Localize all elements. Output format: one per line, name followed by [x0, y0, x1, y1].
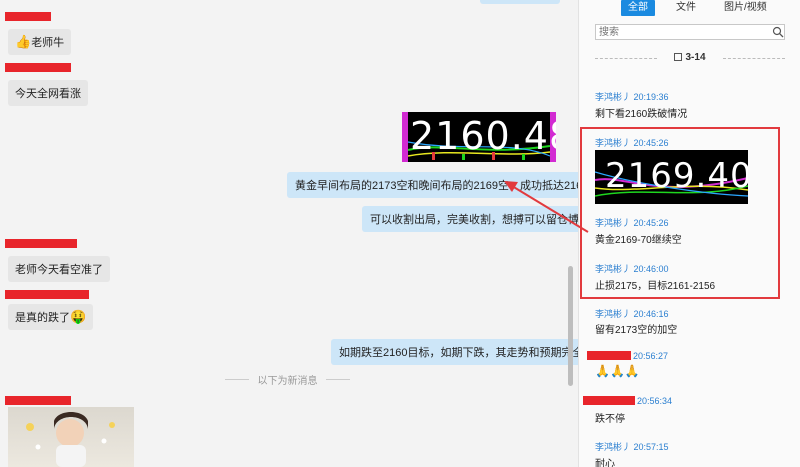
photo-child-icon: [26, 412, 115, 467]
chat-message[interactable]: 👍老师牛: [8, 29, 72, 55]
chat-message-text: 如期跌至2160目标，如期下跌，其走势和预期完全一致: [339, 347, 578, 359]
chat-pane: 👍老师牛 今天全网看涨 2160.48 黄金早间布局的2173空和晚间布局的21…: [0, 0, 578, 467]
history-message-meta: 20:56:27: [633, 351, 669, 361]
history-tabs: 全部 文件 图片/视频: [621, 0, 774, 16]
redacted-username: [5, 290, 89, 299]
redacted-username: [5, 12, 51, 21]
highlight-box: [580, 127, 780, 299]
redacted-username: [5, 239, 77, 248]
message-bubble-partial: [480, 0, 560, 4]
history-message-meta: 李鸿彬丿 20:19:36: [595, 92, 669, 102]
chat-message-text: 今天全网看涨: [15, 88, 81, 100]
chat-message[interactable]: 今天全网看涨: [8, 80, 88, 106]
tab-files[interactable]: 文件: [669, 0, 703, 16]
photo-message[interactable]: [8, 407, 134, 467]
chat-message-text: 老师今天看空准了: [15, 264, 103, 276]
chat-message-text: 黄金早间布局的2173空和晚间布局的2169空，成功抵达2160目标: [295, 180, 578, 192]
history-message-meta: 李鸿彬丿 20:57:15: [595, 442, 669, 452]
history-message-text[interactable]: 跌不停: [595, 410, 625, 425]
money-face-icon: 🤑: [70, 309, 87, 324]
chat-window: 👍老师牛 今天全网看涨 2160.48 黄金早间布局的2173空和晚间布局的21…: [0, 0, 800, 467]
chat-message[interactable]: 老师今天看空准了: [8, 256, 110, 282]
date-separator: 3-14: [595, 52, 785, 63]
history-message-meta: 李鸿彬丿 20:46:16: [595, 309, 669, 319]
history-message-text[interactable]: 耐心: [595, 455, 615, 467]
tab-all[interactable]: 全部: [621, 0, 655, 16]
chart-price-value: 2160.48: [410, 114, 556, 158]
history-message-text[interactable]: 留有2173空的加空: [595, 321, 677, 336]
chat-message-text: 是真的跌了: [15, 312, 70, 324]
calendar-icon[interactable]: [674, 53, 683, 61]
tab-media[interactable]: 图片/视频: [717, 0, 774, 16]
redacted-username: [583, 396, 635, 405]
chat-message[interactable]: 可以收割出局，完美收割，想搏可以留仓博下破: [362, 206, 578, 232]
chat-message[interactable]: 黄金早间布局的2173空和晚间布局的2169空，成功抵达2160目标: [287, 172, 578, 198]
chat-message-text: 老师牛: [31, 37, 65, 49]
thumbs-up-icon: 👍: [15, 34, 32, 49]
chart-image-message[interactable]: 2160.48: [402, 112, 556, 162]
chat-message-text: 可以收割出局，完美收割，想搏可以留仓博下破: [370, 214, 578, 226]
redacted-username: [5, 396, 71, 405]
chat-message[interactable]: 是真的跌了🤑: [8, 304, 94, 330]
search-icon[interactable]: [772, 26, 784, 38]
history-message-meta: 20:56:34: [637, 396, 673, 406]
redacted-username: [587, 351, 631, 360]
history-message-text[interactable]: 🙏🙏🙏: [595, 364, 640, 378]
redacted-username: [5, 63, 71, 72]
history-message-text[interactable]: 剩下看2160跌破情况: [595, 105, 687, 120]
search-input[interactable]: [595, 24, 785, 40]
chat-scrollbar[interactable]: [568, 266, 573, 386]
new-messages-divider: 以下为新消息: [225, 372, 350, 387]
chat-message[interactable]: 如期跌至2160目标，如期下跌，其走势和预期完全一致: [331, 339, 578, 365]
date-label: 3-14: [685, 52, 706, 63]
